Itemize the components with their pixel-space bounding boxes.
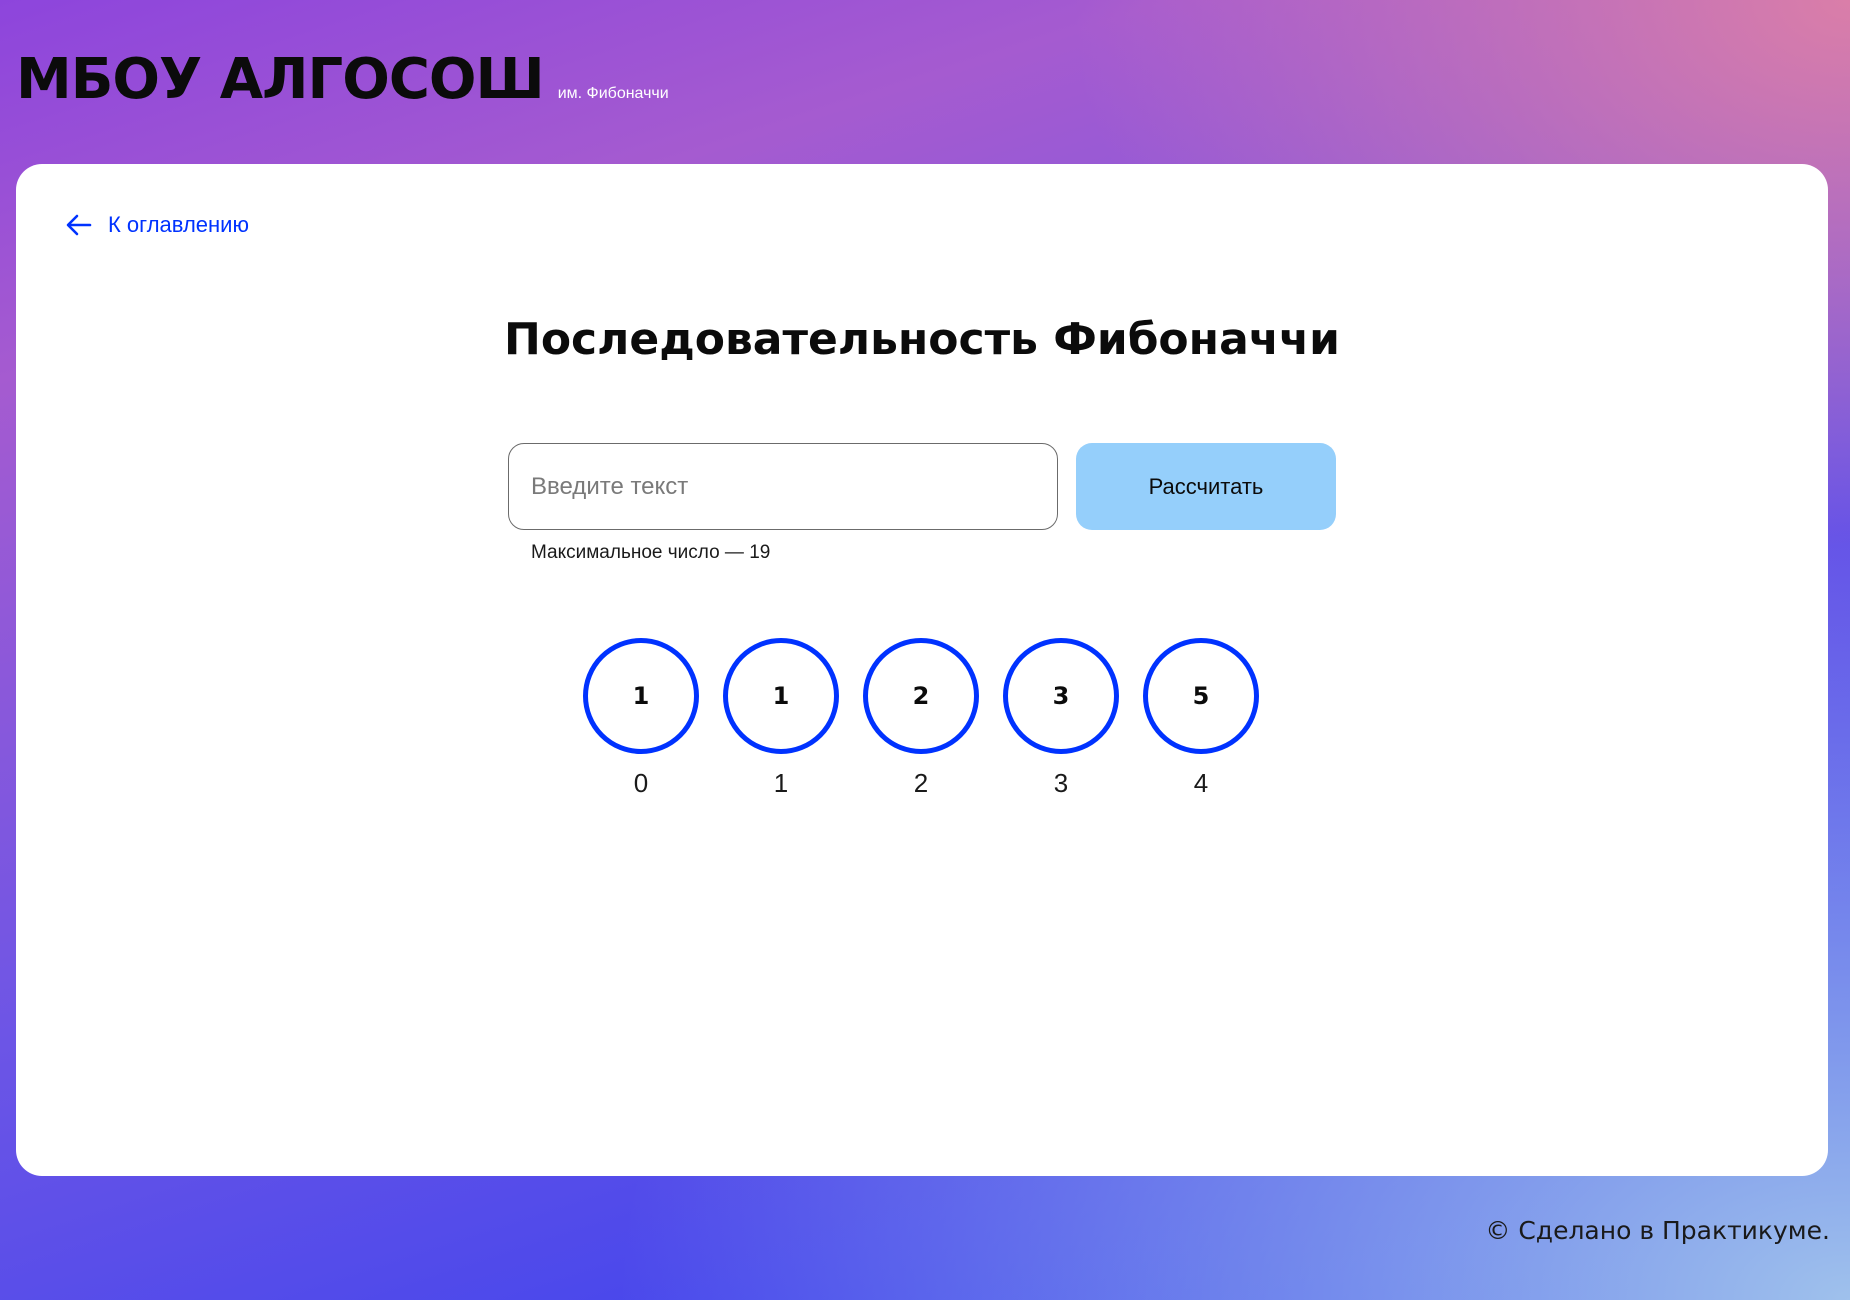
result-item: 3 3 (1003, 638, 1119, 799)
result-circle: 5 (1143, 638, 1259, 754)
result-item: 5 4 (1143, 638, 1259, 799)
result-index: 2 (913, 768, 929, 798)
site-logo: МБОУ АЛГОСОШ (16, 47, 545, 112)
result-index: 1 (773, 768, 789, 798)
input-hint: Максимальное число — 19 (531, 542, 771, 563)
number-input[interactable] (508, 443, 1058, 530)
result-item: 1 1 (723, 638, 839, 799)
fibonacci-form: Рассчитать (508, 443, 1336, 530)
result-circle: 1 (583, 638, 699, 754)
result-item: 1 0 (583, 638, 699, 799)
result-index: 0 (633, 768, 649, 798)
result-index: 3 (1053, 768, 1069, 798)
site-header: МБОУ АЛГОСОШ им. Фибоначчи (16, 52, 669, 108)
result-circle: 3 (1003, 638, 1119, 754)
result-circle: 2 (863, 638, 979, 754)
main-card: К оглавлению Последовательность Фибоначч… (16, 164, 1828, 1176)
arrow-left-icon (66, 214, 92, 236)
footer-credit: © Сделано в Практикуме. (1485, 1216, 1830, 1245)
result-circle: 1 (723, 638, 839, 754)
logo-subtitle: им. Фибоначчи (557, 85, 669, 102)
result-item: 2 2 (863, 638, 979, 799)
calculate-button[interactable]: Рассчитать (1076, 443, 1336, 530)
back-link-label: К оглавлению (108, 212, 249, 237)
page-title: Последовательность Фибоначчи (504, 314, 1340, 365)
fibonacci-result: 1 0 1 1 2 2 3 3 5 4 (583, 638, 1259, 799)
back-to-contents-link[interactable]: К оглавлению (66, 212, 249, 238)
result-index: 4 (1193, 768, 1209, 798)
